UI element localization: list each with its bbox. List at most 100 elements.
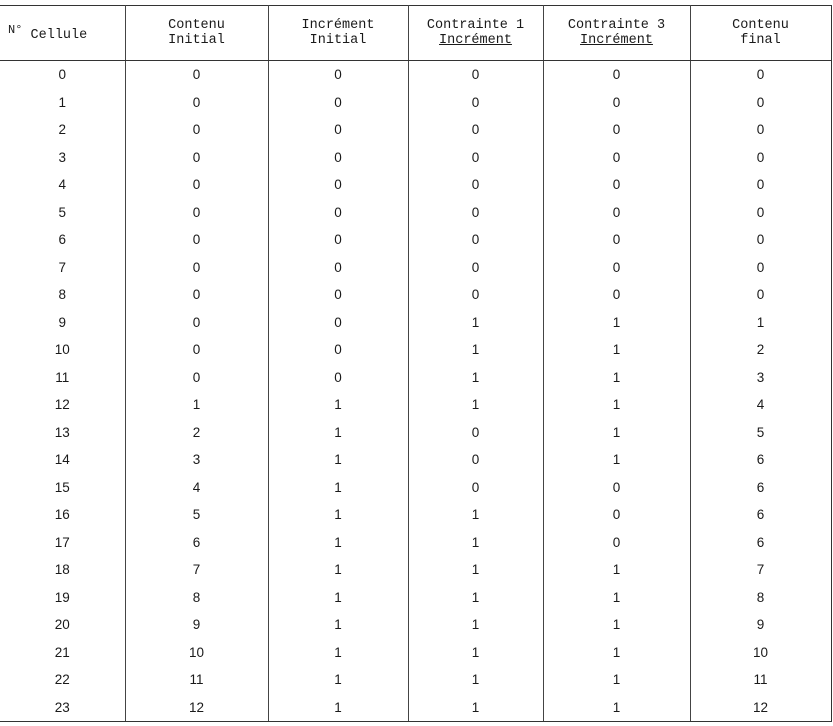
constraint-3-increment-cell: 0: [543, 198, 691, 226]
header-line2: Incrément: [580, 33, 653, 48]
table-row: 20 9 1 1 1 9: [0, 611, 832, 639]
table-row: 200000: [0, 116, 832, 144]
header-number-sign: N°: [8, 23, 23, 37]
final-content-cell: 12: [690, 693, 832, 722]
initial-content-cell: 0: [125, 253, 269, 281]
constraint-3-increment-cell: 0: [543, 143, 691, 171]
final-content-cell: 2: [690, 336, 832, 364]
constraint-1-increment-cell: 1: [408, 308, 544, 336]
constraint-1-increment-cell: 1: [408, 693, 544, 722]
constraint-3-increment-cell: 0: [543, 473, 691, 501]
cell-number-cell: 22: [0, 666, 126, 694]
constraint-3-increment-cell: 1: [543, 446, 691, 474]
final-content-cell: 0: [690, 60, 832, 89]
table-row: 16 5 1 1 0 6: [0, 501, 832, 529]
initial-increment-cell: 1: [268, 501, 409, 529]
initial-content-cell: 5: [125, 501, 269, 529]
cell-number-cell: 21: [0, 638, 126, 666]
constraint-1-increment-cell: 1: [408, 611, 544, 639]
final-content-cell: 7: [690, 556, 832, 584]
cell-number-cell: 14: [0, 446, 126, 474]
constraint-3-increment-cell: 1: [543, 391, 691, 419]
constraint-1-increment-cell: 0: [408, 198, 544, 226]
table-row: 21 10 1 1 1 10: [0, 638, 832, 666]
cell-number-cell: 15: [0, 473, 126, 501]
initial-increment-cell: 1: [268, 556, 409, 584]
cell-number-cell: 1: [0, 88, 126, 116]
constraint-1-increment-cell: 0: [408, 473, 544, 501]
initial-content-cell: 3: [125, 446, 269, 474]
initial-increment-cell: 0: [268, 226, 409, 254]
initial-increment-cell: 1: [268, 666, 409, 694]
table-row: 100000: [0, 88, 832, 116]
initial-increment-cell: 0: [268, 116, 409, 144]
final-content-cell: 6: [690, 501, 832, 529]
constraint-3-increment-cell: 0: [543, 171, 691, 199]
constraint-1-increment-cell: 0: [408, 226, 544, 254]
initial-increment-cell: 0: [268, 60, 409, 89]
header-initial-content: Contenu Initial: [125, 5, 269, 61]
cell-number-cell: 6: [0, 226, 126, 254]
header-line1: Contrainte 3: [567, 18, 666, 33]
constraint-3-increment-cell: 1: [543, 611, 691, 639]
table-row: 17 6 1 1 0 6: [0, 528, 832, 556]
constraint-1-increment-cell: 0: [408, 446, 544, 474]
cell-number-cell: 23: [0, 693, 126, 722]
initial-content-cell: 4: [125, 473, 269, 501]
header-line2: Initial: [309, 33, 367, 48]
initial-increment-cell: 1: [268, 391, 409, 419]
cell-number-cell: 11: [0, 363, 126, 391]
header-constraint-1-increment: Contrainte 1 Incrément: [408, 5, 544, 61]
constraint-1-increment-cell: 0: [408, 253, 544, 281]
final-content-cell: 0: [690, 171, 832, 199]
table-row: 22 11 1 1 1 11: [0, 666, 832, 694]
initial-increment-cell: 1: [268, 418, 409, 446]
table-body: 0000001000002000003000004000005000006000…: [0, 60, 832, 722]
constraint-1-increment-cell: 1: [408, 363, 544, 391]
cell-number-cell: 7: [0, 253, 126, 281]
constraint-3-increment-cell: 1: [543, 308, 691, 336]
cell-number-cell: 10: [0, 336, 126, 364]
initial-content-cell: 12: [125, 693, 269, 722]
cell-number-cell: 19: [0, 583, 126, 611]
constraint-1-increment-cell: 1: [408, 391, 544, 419]
table-row: 15 4 1 0 0 6: [0, 473, 832, 501]
constraint-1-increment-cell: 1: [408, 501, 544, 529]
table-row: 800000: [0, 281, 832, 309]
cell-number-cell: 12: [0, 391, 126, 419]
constraint-3-increment-cell: 0: [543, 226, 691, 254]
constraint-1-increment-cell: 0: [408, 88, 544, 116]
final-content-cell: 0: [690, 143, 832, 171]
table-row: 900111: [0, 308, 832, 336]
table-row: 400000: [0, 171, 832, 199]
constraint-3-increment-cell: 1: [543, 418, 691, 446]
initial-content-cell: 6: [125, 528, 269, 556]
initial-content-cell: 0: [125, 198, 269, 226]
final-content-cell: 11: [690, 666, 832, 694]
table-row: 11 0 0 1 1 3: [0, 363, 832, 391]
table-row: 14 3 1 0 1 6: [0, 446, 832, 474]
cell-number-cell: 20: [0, 611, 126, 639]
constraint-3-increment-cell: 1: [543, 638, 691, 666]
initial-increment-cell: 0: [268, 198, 409, 226]
cell-number-cell: 18: [0, 556, 126, 584]
header-constraint-3-increment: Contrainte 3 Incrément: [543, 5, 691, 61]
constraint-1-increment-cell: 1: [408, 638, 544, 666]
initial-increment-cell: 1: [268, 528, 409, 556]
final-content-cell: 0: [690, 88, 832, 116]
constraint-3-increment-cell: 1: [543, 666, 691, 694]
initial-increment-cell: 0: [268, 171, 409, 199]
final-content-cell: 6: [690, 473, 832, 501]
header-line2: final: [740, 33, 781, 48]
initial-content-cell: 0: [125, 60, 269, 89]
header-initial-increment: Incrément Initial: [268, 5, 409, 61]
initial-content-cell: 0: [125, 336, 269, 364]
header-line2: Incrément: [439, 33, 512, 48]
table-row: 10 0 0 1 1 2: [0, 336, 832, 364]
constraint-1-increment-cell: 1: [408, 666, 544, 694]
constraint-3-increment-cell: 0: [543, 116, 691, 144]
initial-content-cell: 0: [125, 143, 269, 171]
initial-increment-cell: 1: [268, 693, 409, 722]
header-line1: Contrainte 1: [426, 18, 525, 33]
initial-content-cell: 11: [125, 666, 269, 694]
